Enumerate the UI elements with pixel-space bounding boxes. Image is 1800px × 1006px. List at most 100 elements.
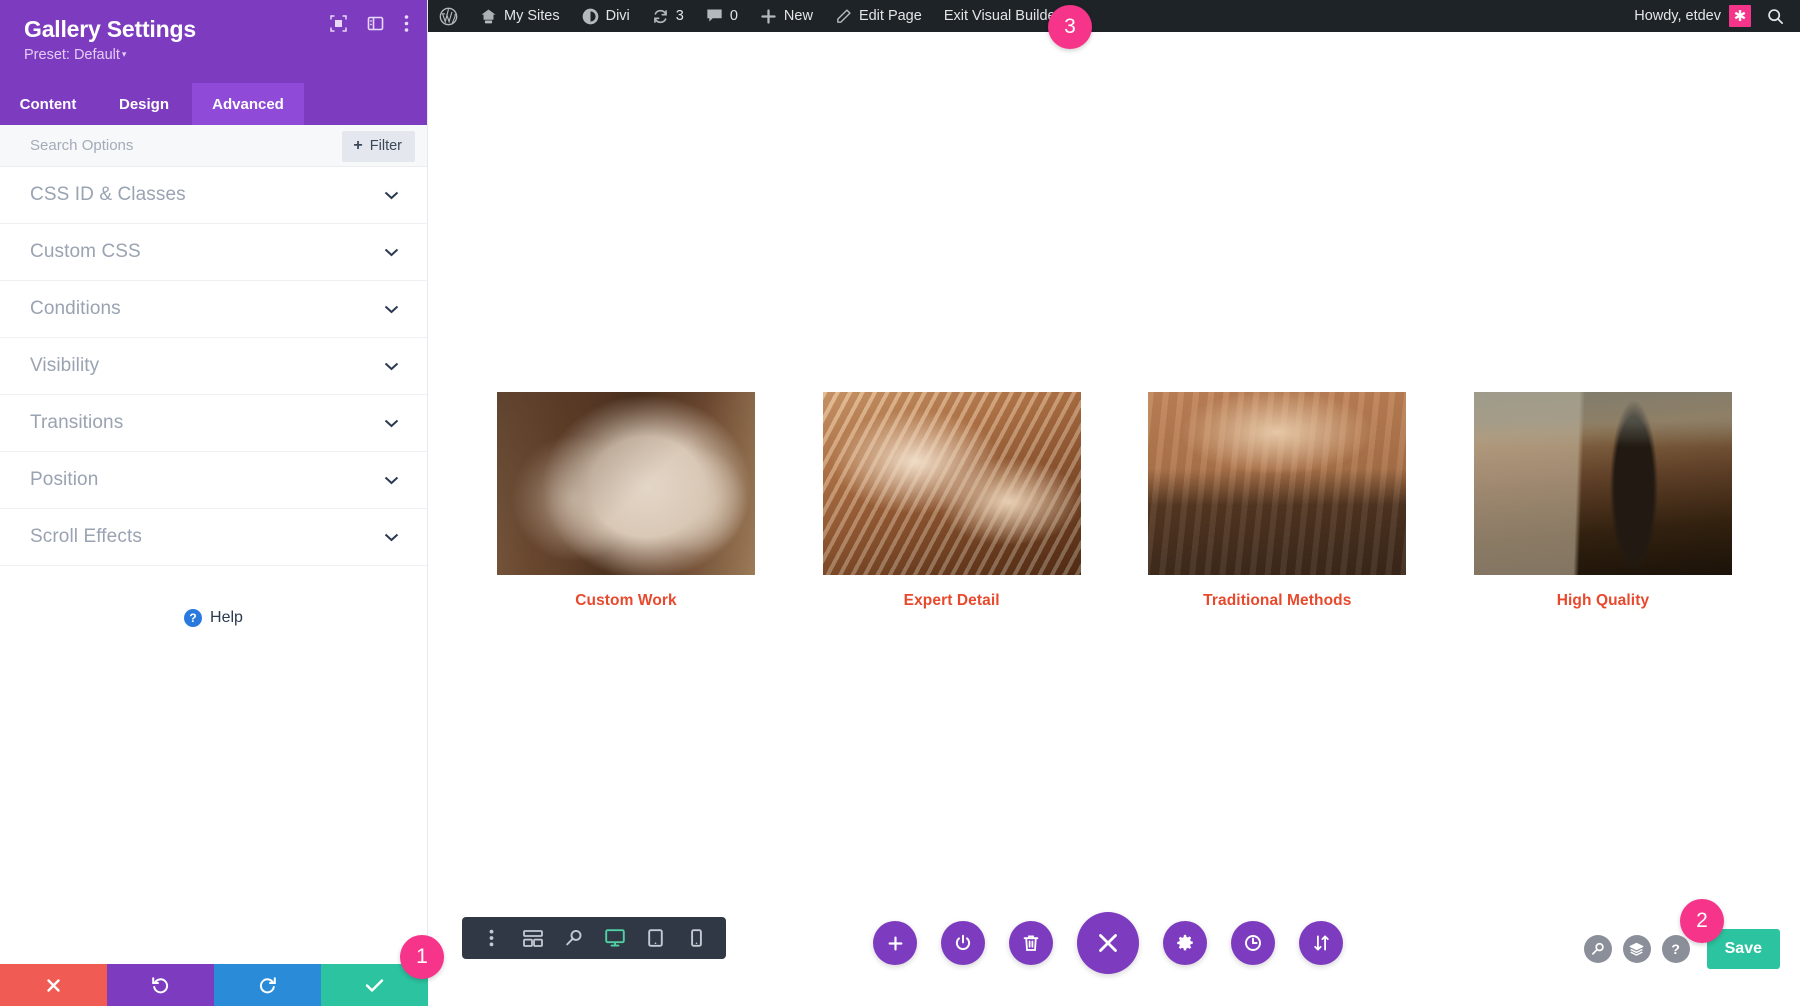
wireframe-view-button[interactable]: [513, 917, 552, 959]
toggle-builder-button[interactable]: [941, 921, 985, 965]
help-link[interactable]: ? Help: [0, 609, 427, 627]
wordpress-admin-bar: My Sites Divi 3 0 New Edit Page Exit Vis…: [428, 0, 1800, 32]
panel-layout-icon[interactable]: [367, 15, 384, 32]
focus-frame-icon[interactable]: [330, 15, 347, 32]
tab-content[interactable]: Content: [0, 83, 96, 125]
search-page-button[interactable]: [1583, 935, 1612, 963]
gallery-image[interactable]: [1148, 392, 1407, 575]
sort-button[interactable]: [1299, 921, 1343, 965]
app-root: Gallery Settings Preset: Default ▾ Conte…: [0, 0, 1800, 1006]
accordion-scroll-effects[interactable]: Scroll Effects: [0, 509, 427, 566]
zoom-view-button[interactable]: [554, 917, 593, 959]
filter-button[interactable]: + Filter: [342, 131, 415, 162]
sort-arrows-icon: [1313, 935, 1329, 951]
gallery-item[interactable]: Custom Work: [497, 392, 755, 610]
more-options-button[interactable]: [472, 917, 511, 959]
gallery-image[interactable]: [822, 392, 1081, 575]
undo-arrow-icon: [152, 976, 169, 993]
layers-button[interactable]: [1622, 935, 1651, 963]
accordion-label: Scroll Effects: [30, 526, 142, 547]
gear-icon: [1177, 934, 1193, 951]
gallery-caption: Custom Work: [575, 592, 677, 609]
vertical-dots-icon[interactable]: [404, 14, 409, 33]
panel-header: Gallery Settings Preset: Default ▾: [0, 0, 427, 83]
close-menu-button[interactable]: [1077, 912, 1139, 974]
cancel-button[interactable]: [0, 964, 107, 1006]
close-x-icon: [1099, 934, 1117, 952]
sites-icon: [480, 8, 497, 24]
adminbar-updates-count: 3: [675, 8, 684, 24]
add-module-button[interactable]: [873, 921, 917, 965]
builder-utility-bar: ? Save: [1583, 929, 1780, 969]
updates-icon: [652, 8, 669, 25]
gallery-image[interactable]: [1473, 392, 1732, 575]
chevron-down-icon: [384, 419, 399, 428]
redo-arrow-icon: [259, 976, 276, 993]
filter-label: Filter: [369, 138, 402, 154]
gallery-settings-panel: Gallery Settings Preset: Default ▾ Conte…: [0, 0, 428, 1006]
trash-icon: [1023, 935, 1039, 951]
search-icon[interactable]: [1751, 8, 1800, 25]
panel-action-bar: [0, 964, 428, 1006]
tab-advanced[interactable]: Advanced: [192, 83, 304, 125]
plus-icon: [760, 8, 777, 25]
adminbar-exit-label: Exit Visual Builder: [943, 8, 1061, 24]
magnifier-icon: [565, 929, 581, 946]
gallery-image[interactable]: [497, 392, 755, 575]
close-x-icon: [47, 978, 60, 992]
adminbar-wordpress-logo[interactable]: [428, 0, 469, 32]
accordion-label: Conditions: [30, 298, 121, 319]
adminbar-updates[interactable]: 3: [641, 0, 695, 32]
tablet-view-button[interactable]: [636, 917, 675, 959]
gallery-item[interactable]: Expert Detail: [822, 392, 1081, 610]
accordion-label: Visibility: [30, 355, 100, 376]
accordion-transitions[interactable]: Transitions: [0, 395, 427, 452]
settings-button[interactable]: [1163, 921, 1207, 965]
phone-icon: [691, 929, 702, 947]
panel-tabs: Content Design Advanced: [0, 83, 427, 125]
chevron-down-icon: [384, 305, 399, 314]
comments-icon: [706, 8, 723, 24]
accordion-position[interactable]: Position: [0, 452, 427, 509]
accordion-conditions[interactable]: Conditions: [0, 281, 427, 338]
accordion-css-id-classes[interactable]: CSS ID & Classes: [0, 167, 427, 224]
tab-design[interactable]: Design: [96, 83, 192, 125]
vertical-dots-icon: [489, 929, 494, 947]
adminbar-my-sites-label: My Sites: [504, 8, 560, 24]
chevron-down-icon: [384, 362, 399, 371]
help-button[interactable]: ?: [1661, 935, 1690, 963]
check-icon: [365, 978, 384, 992]
annotation-badge-2: 2: [1680, 899, 1724, 943]
history-button[interactable]: [1231, 921, 1275, 965]
plus-icon: [888, 936, 902, 950]
layers-icon: [1629, 942, 1644, 956]
annotation-badge-3: 3: [1048, 5, 1092, 49]
panel-header-icons: [330, 14, 409, 33]
desktop-view-button[interactable]: [595, 917, 634, 959]
avatar[interactable]: ✱: [1729, 5, 1751, 27]
undo-button[interactable]: [107, 964, 214, 1006]
delete-button[interactable]: [1009, 921, 1053, 965]
gallery-item[interactable]: High Quality: [1473, 392, 1732, 610]
accordion-label: Custom CSS: [30, 241, 141, 262]
power-icon: [955, 934, 971, 951]
phone-view-button[interactable]: [677, 917, 716, 959]
adminbar-edit-page[interactable]: Edit Page: [824, 0, 933, 32]
preset-selector[interactable]: Preset: Default ▾: [24, 46, 405, 65]
accordion-custom-css[interactable]: Custom CSS: [0, 224, 427, 281]
search-input[interactable]: [30, 137, 280, 154]
howdy-label[interactable]: Howdy, etdev: [1634, 8, 1729, 24]
adminbar-divi[interactable]: Divi: [571, 0, 641, 32]
accordion-visibility[interactable]: Visibility: [0, 338, 427, 395]
adminbar-comments-count: 0: [729, 8, 738, 24]
tablet-icon: [648, 929, 663, 947]
desktop-icon: [604, 929, 625, 947]
adminbar-comments[interactable]: 0: [695, 0, 749, 32]
redo-button[interactable]: [214, 964, 321, 1006]
adminbar-divi-label: Divi: [605, 8, 630, 24]
adminbar-new[interactable]: New: [749, 0, 824, 32]
adminbar-new-label: New: [783, 8, 813, 24]
divi-logo-icon: [582, 8, 599, 25]
gallery-item[interactable]: Traditional Methods: [1148, 392, 1407, 610]
adminbar-my-sites[interactable]: My Sites: [469, 0, 571, 32]
